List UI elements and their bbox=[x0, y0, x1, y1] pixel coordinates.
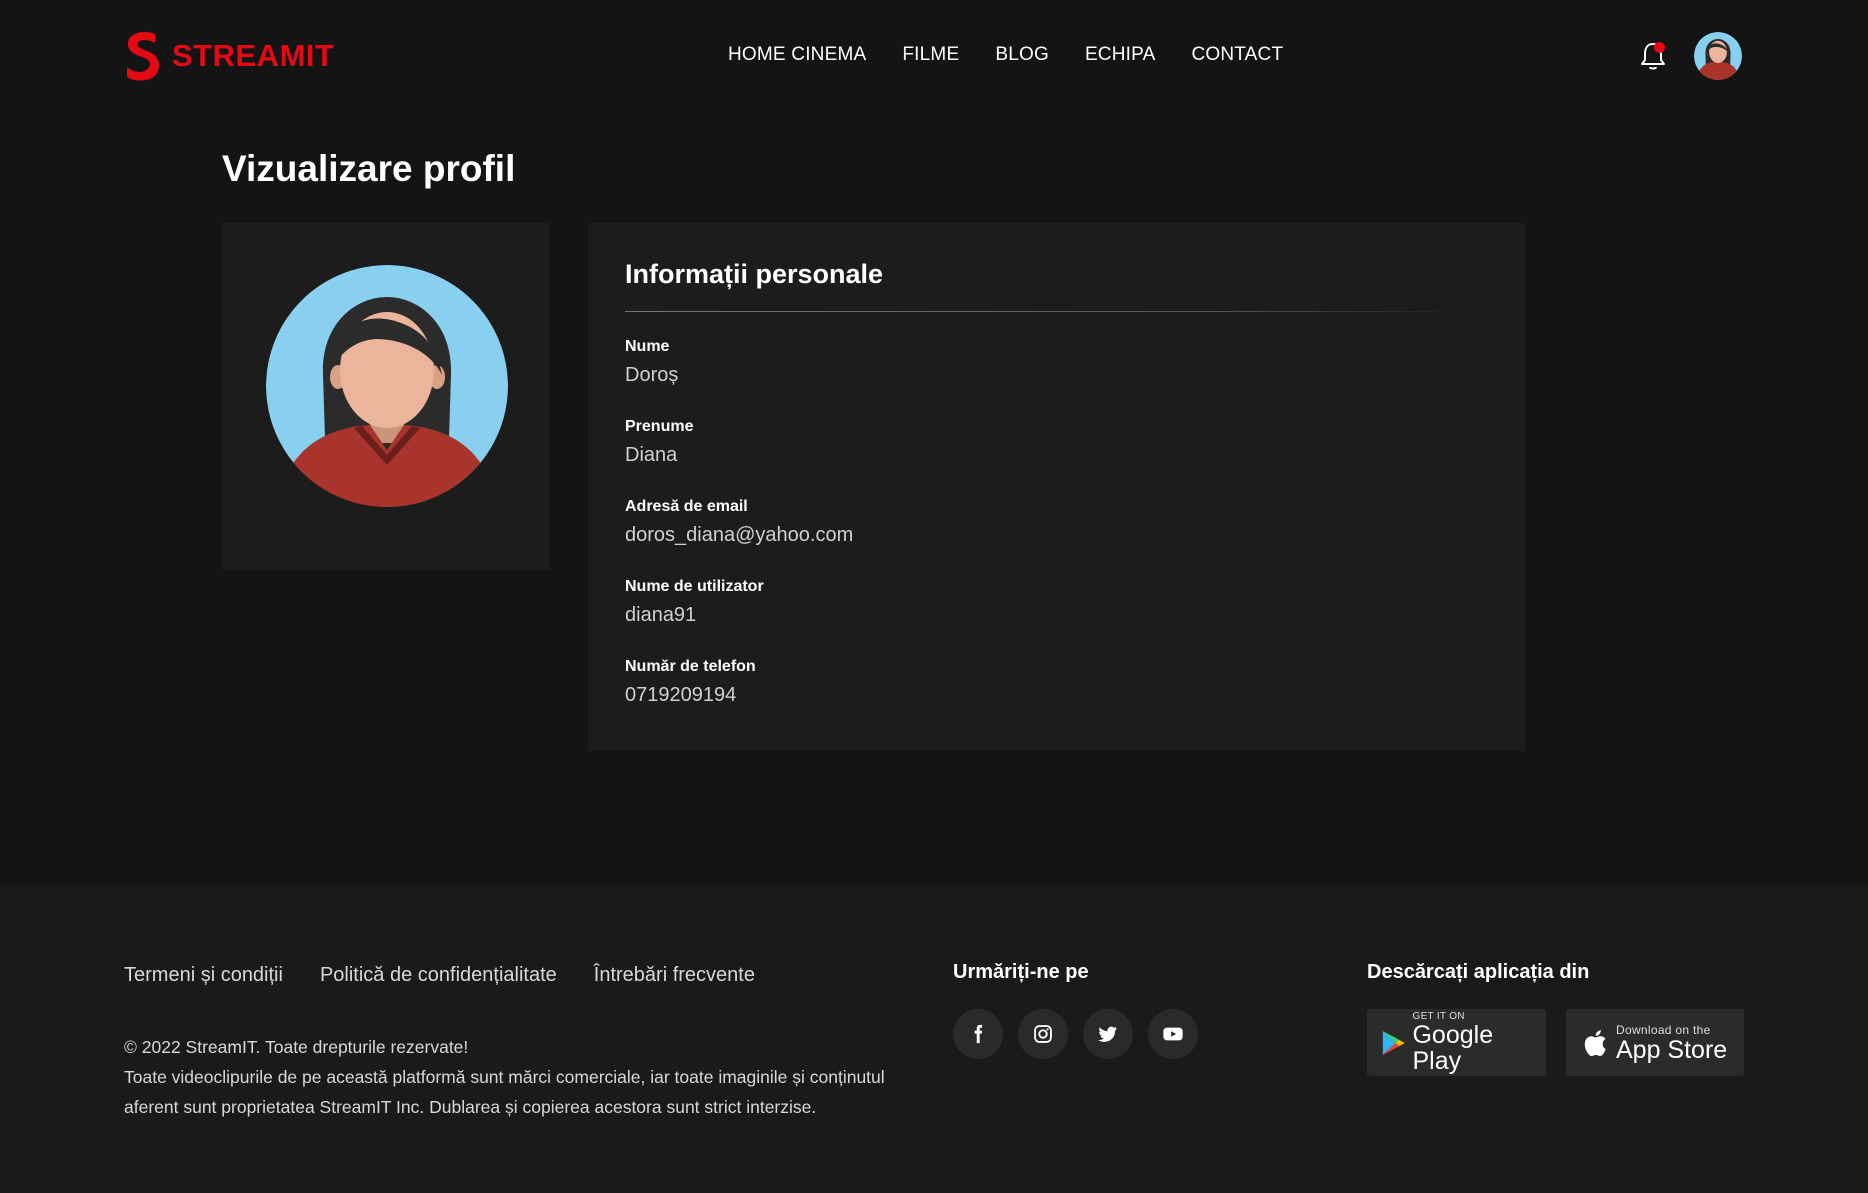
copyright-text: © 2022 StreamIT. Toate drepturile rezerv… bbox=[124, 1032, 914, 1122]
nav-echipa[interactable]: ECHIPA bbox=[1085, 44, 1156, 66]
app-store-label: App Store bbox=[1616, 1035, 1728, 1064]
footer: Termeni și condiții Politică de confiden… bbox=[0, 885, 1868, 1193]
logo-s-icon bbox=[127, 31, 159, 81]
user-avatar-button[interactable] bbox=[1694, 32, 1742, 80]
twitter-button[interactable] bbox=[1083, 1009, 1133, 1059]
nav-contact[interactable]: CONTACT bbox=[1191, 44, 1283, 66]
nav-filme[interactable]: FILME bbox=[902, 44, 959, 66]
profile-avatar-icon bbox=[266, 265, 508, 507]
youtube-button[interactable] bbox=[1148, 1009, 1198, 1059]
brand-logo[interactable]: STREAMIT bbox=[124, 30, 334, 82]
field-value: doros_diana@yahoo.com bbox=[625, 524, 854, 546]
footer-links: Termeni și condiții Politică de confiden… bbox=[124, 964, 755, 987]
notification-dot bbox=[1654, 42, 1665, 53]
nav-blog[interactable]: BLOG bbox=[995, 44, 1049, 66]
nav-home-cinema[interactable]: HOME CINEMA bbox=[728, 44, 866, 66]
section-divider bbox=[625, 311, 1465, 312]
field-username: Nume de utilizator diana91 bbox=[625, 578, 764, 627]
copyright-line: © 2022 StreamIT. Toate drepturile rezerv… bbox=[124, 1037, 469, 1057]
footer-link-faq[interactable]: Întrebări frecvente bbox=[594, 964, 755, 987]
social-links bbox=[953, 1009, 1198, 1059]
footer-link-terms[interactable]: Termeni și condiții bbox=[124, 964, 283, 987]
app-store-small: Download on the bbox=[1616, 1022, 1711, 1037]
legal-notice: Toate videoclipurile de pe această platf… bbox=[124, 1067, 885, 1117]
field-first-name: Prenume Diana bbox=[625, 418, 693, 467]
field-value: 0719209194 bbox=[625, 684, 737, 706]
facebook-button[interactable] bbox=[953, 1009, 1003, 1059]
page-title: Vizualizare profil bbox=[222, 148, 516, 189]
user-avatar-icon bbox=[1694, 32, 1742, 80]
field-label: Nume bbox=[625, 338, 670, 355]
google-play-button[interactable]: GET IT ON Google Play bbox=[1367, 1009, 1546, 1076]
google-play-icon bbox=[1382, 1030, 1405, 1055]
brand-name: STREAMIT bbox=[172, 38, 335, 73]
google-play-label: Google Play bbox=[1412, 1021, 1494, 1075]
field-phone: Număr de telefon 0719209194 bbox=[625, 658, 756, 707]
twitter-icon bbox=[1098, 1026, 1118, 1042]
personal-info-title: Informații personale bbox=[625, 259, 884, 289]
top-navbar: STREAMIT HOME CINEMA FILME BLOG ECHIPA C… bbox=[0, 0, 1868, 112]
field-value: Doroș bbox=[625, 364, 679, 386]
facebook-icon bbox=[974, 1024, 983, 1044]
instagram-icon bbox=[1034, 1025, 1052, 1043]
personal-info-card: Informații personale Nume Doroș Prenume … bbox=[588, 223, 1525, 751]
google-play-text: GET IT ON Google Play bbox=[1412, 1011, 1546, 1074]
youtube-icon bbox=[1163, 1027, 1183, 1041]
field-value: diana91 bbox=[625, 604, 697, 626]
field-value: Diana bbox=[625, 444, 678, 466]
field-label: Nume de utilizator bbox=[625, 578, 764, 595]
app-store-button[interactable]: Download on the App Store bbox=[1566, 1009, 1744, 1076]
follow-us-title: Urmăriți-ne pe bbox=[953, 961, 1089, 983]
instagram-button[interactable] bbox=[1018, 1009, 1068, 1059]
app-store-text: Download on the App Store bbox=[1616, 1023, 1727, 1063]
download-app-title: Descărcați aplicația din bbox=[1367, 961, 1590, 983]
footer-link-privacy[interactable]: Politică de confidențialitate bbox=[320, 964, 557, 987]
field-label: Adresă de email bbox=[625, 498, 748, 515]
field-label: Număr de telefon bbox=[625, 658, 756, 675]
main-nav: HOME CINEMA FILME BLOG ECHIPA CONTACT bbox=[728, 44, 1283, 66]
field-label: Prenume bbox=[625, 418, 694, 435]
profile-avatar bbox=[266, 265, 508, 507]
field-last-name: Nume Doroș bbox=[625, 338, 678, 387]
apple-icon bbox=[1584, 1029, 1606, 1056]
profile-picture-card bbox=[222, 223, 550, 570]
field-email: Adresă de email doros_diana@yahoo.com bbox=[625, 498, 853, 547]
